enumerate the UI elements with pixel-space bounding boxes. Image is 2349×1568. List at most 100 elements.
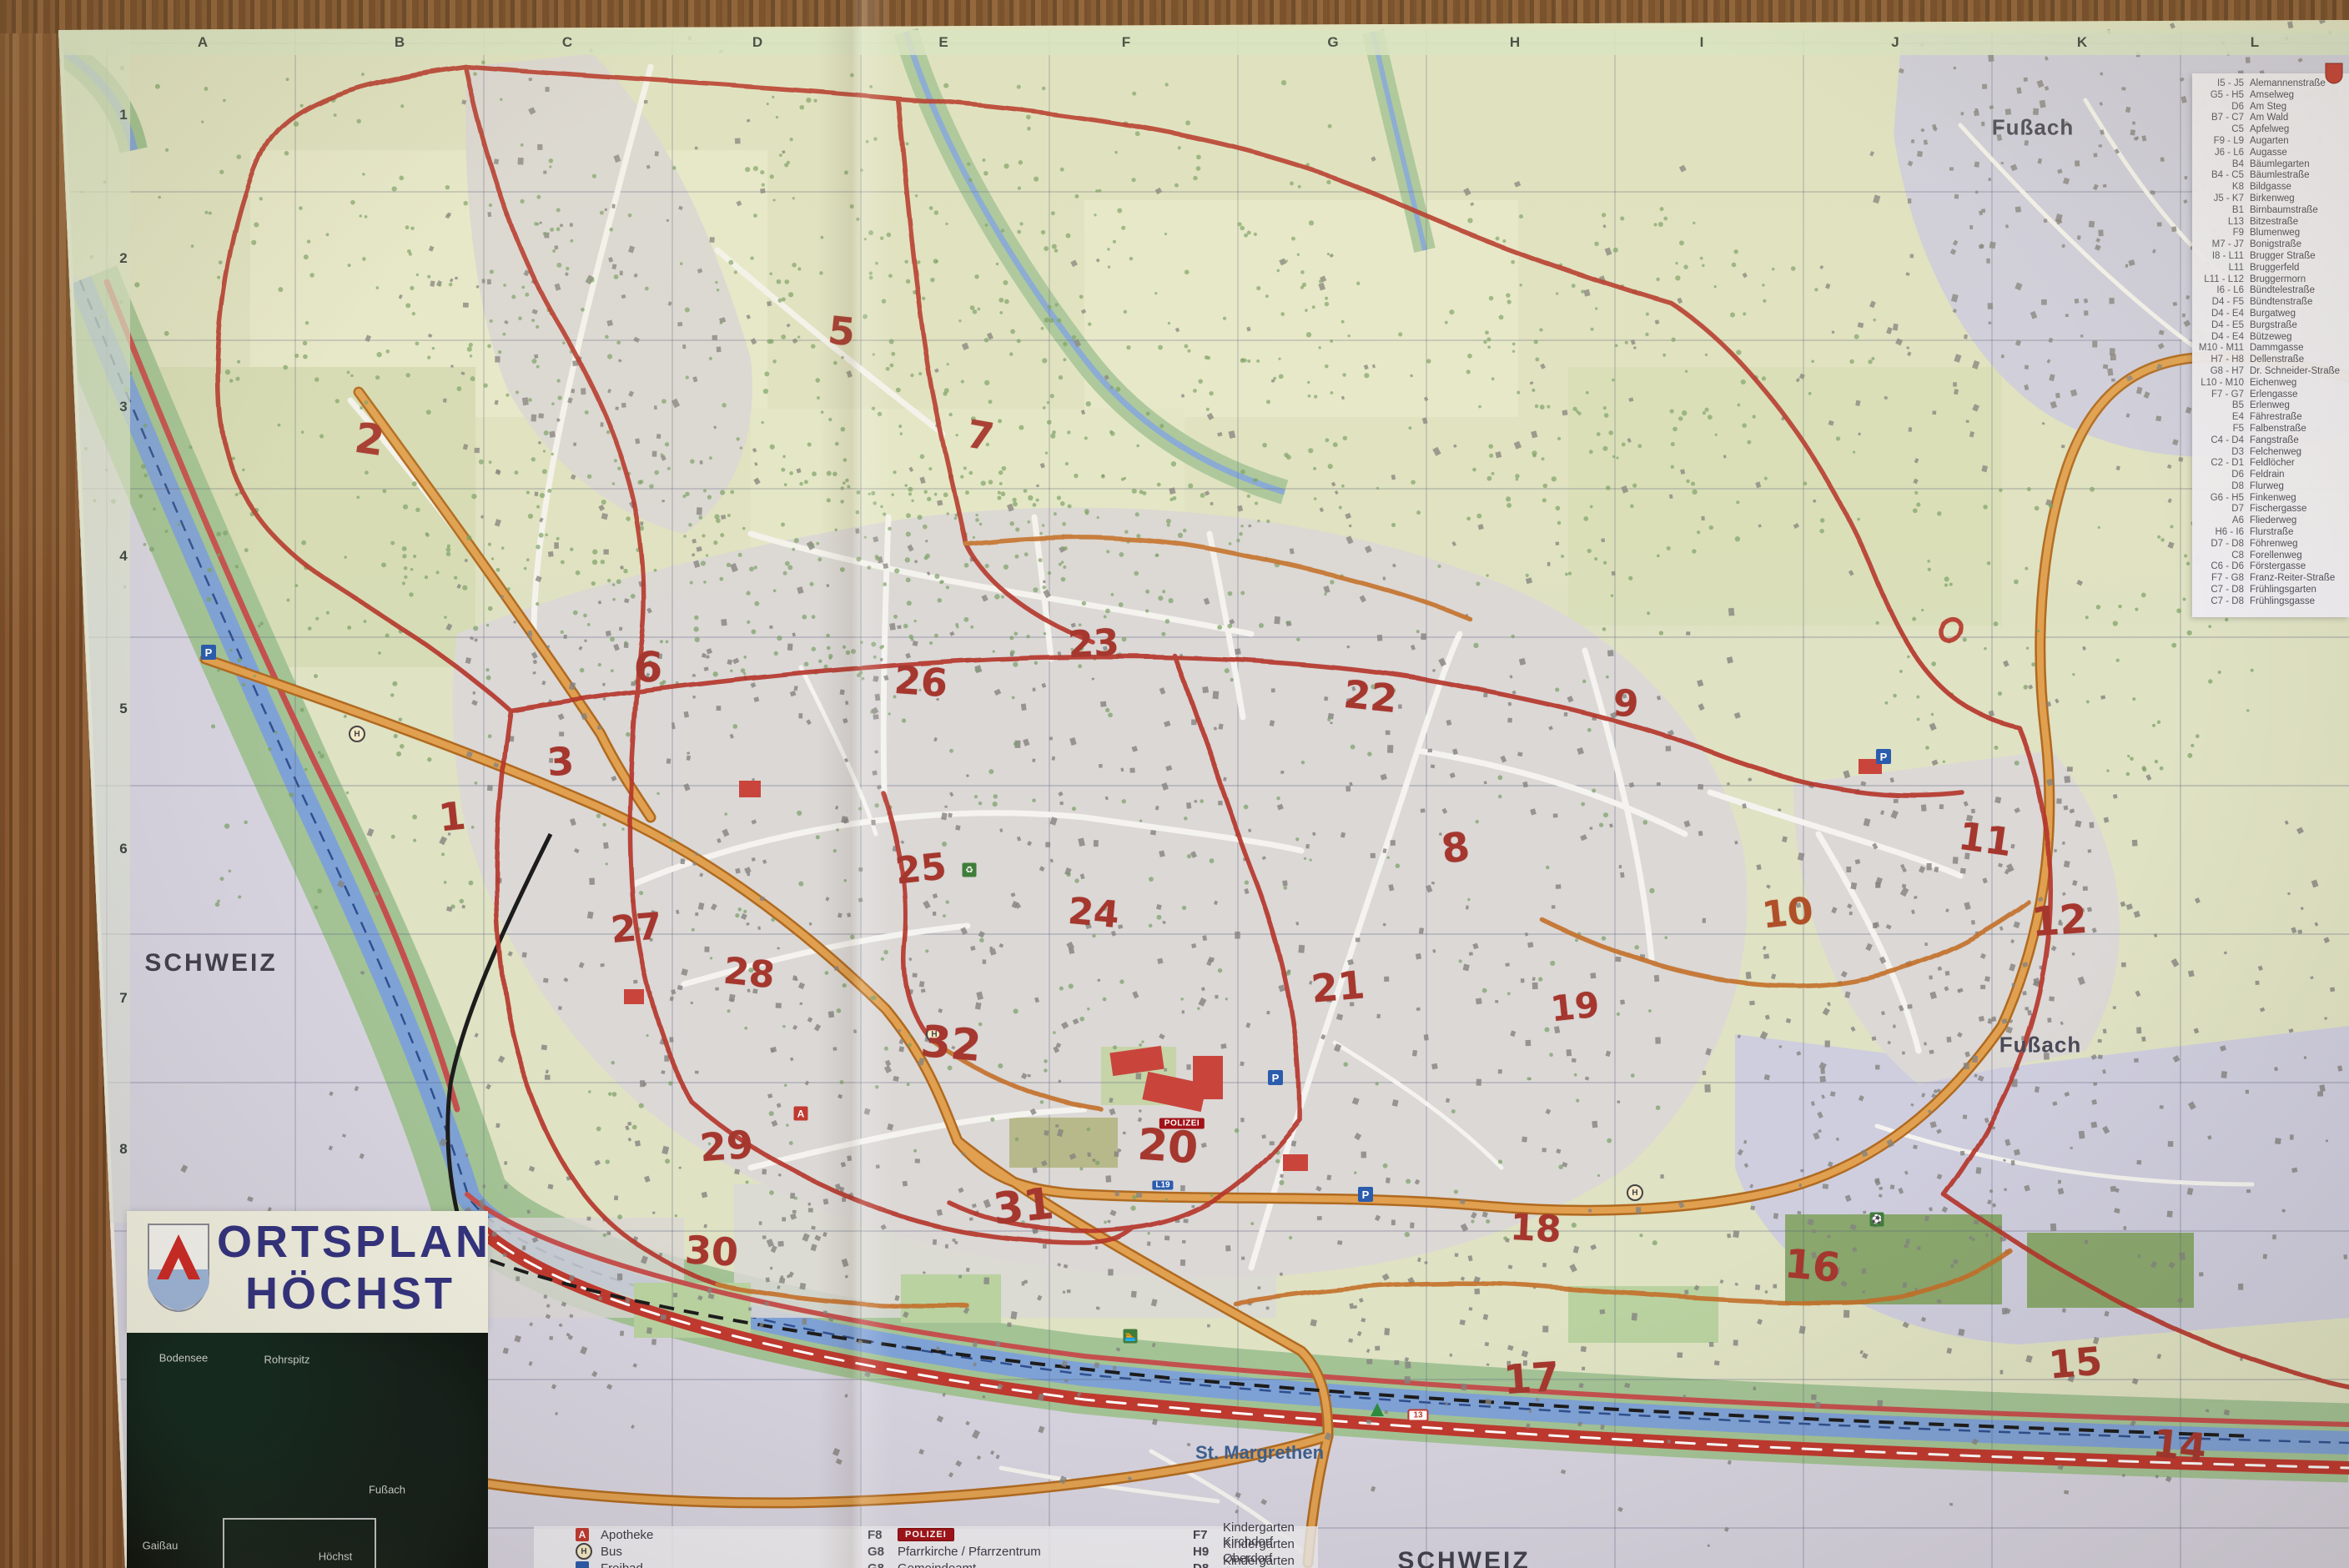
index-grid-ref: F7 - G7 xyxy=(2196,389,2250,401)
grid-column-L: L xyxy=(2251,34,2259,51)
legend-label: Pfarrkirche / Pfarrzentrum xyxy=(898,1545,1041,1559)
index-grid-ref: L10 - M10 xyxy=(2196,378,2250,389)
district-number-17: 17 xyxy=(1502,1354,1562,1405)
district-number-25: 25 xyxy=(893,845,948,892)
inset-label-gaiau: Gaißau xyxy=(143,1540,179,1552)
index-entry: M7 - J7Bonigstraße xyxy=(2196,239,2346,251)
index-street-name: Feldlöcher xyxy=(2250,458,2346,470)
label-schweiz: SCHWEIZ xyxy=(1397,1547,1530,1568)
district-number-21: 21 xyxy=(1310,962,1366,1011)
map-title-block: ORTSPLAN HÖCHST xyxy=(127,1211,488,1333)
legend-label: Kindergarten Unterdorf xyxy=(1223,1554,1318,1568)
grid-column-E: E xyxy=(938,34,948,51)
index-entry: G8 - H7Dr. Schneider-Straße xyxy=(2196,366,2346,378)
index-street-name: Feldrain xyxy=(2250,470,2346,481)
district-number-18: 18 xyxy=(1509,1206,1562,1251)
district-number-31: 31 xyxy=(991,1179,1056,1234)
index-entry: F9Blumenweg xyxy=(2196,228,2346,239)
legend-item: AApotheke xyxy=(576,1526,653,1543)
legend-label: Gemeindeamt xyxy=(898,1561,976,1568)
index-street-name: Apfelweg xyxy=(2250,124,2346,136)
index-entry: I6 - L6Bündtelestraße xyxy=(2196,285,2346,297)
grid-column-C: C xyxy=(562,34,572,51)
index-entry: K8Bildgasse xyxy=(2196,182,2346,193)
index-grid-ref: G8 - H7 xyxy=(2196,366,2250,378)
index-grid-ref: F7 - G8 xyxy=(2196,573,2250,585)
legend-item: Freibad xyxy=(576,1560,653,1568)
inset-label-rohrspitz: Rohrspitz xyxy=(264,1354,310,1366)
hoechst-crest-icon xyxy=(2324,62,2344,85)
index-grid-ref: C7 - D8 xyxy=(2196,585,2250,596)
index-entry: B5Erlenweg xyxy=(2196,400,2346,412)
index-entry: F5Falbenstraße xyxy=(2196,424,2346,435)
district-number-20: 20 xyxy=(1136,1120,1200,1174)
title-line-2: HÖCHST xyxy=(217,1268,484,1319)
grid-column-G: G xyxy=(1327,34,1338,51)
index-entry: D6Am Steg xyxy=(2196,102,2346,113)
index-entry: L11Bruggerfeld xyxy=(2196,263,2346,274)
index-street-name: Bäumlegarten xyxy=(2250,159,2346,171)
legend-grid-ref: G8 xyxy=(868,1545,898,1559)
grid-column-F: F xyxy=(1122,34,1130,51)
index-entry: G5 - H5Amselweg xyxy=(2196,90,2346,102)
index-street-name: Blumenweg xyxy=(2250,228,2346,239)
index-street-name: Frühlingsgarten xyxy=(2250,585,2346,596)
index-street-name: Am Steg xyxy=(2250,102,2346,113)
index-entry: L11 - L12Bruggermorn xyxy=(2196,274,2346,286)
grid-column-A: A xyxy=(198,34,208,51)
index-entry: E4Fährestraße xyxy=(2196,412,2346,424)
index-grid-ref: D6 xyxy=(2196,102,2250,113)
index-entry: C6 - D6Förstergasse xyxy=(2196,561,2346,573)
index-entry: B4Bäumlegarten xyxy=(2196,159,2346,171)
aerial-photo-inset: BodenseeRohrspitzFußachGaißauHöchst xyxy=(127,1333,488,1568)
polizei-badge: POLIZEI xyxy=(898,1528,954,1541)
label-stmargrethen: St. Margrethen xyxy=(1195,1442,1324,1464)
district-number-11: 11 xyxy=(1956,813,2015,865)
p-icon: P xyxy=(1358,1187,1373,1202)
index-entry: D4 - F5Bündtenstraße xyxy=(2196,297,2346,309)
district-number-16: 16 xyxy=(1783,1240,1842,1292)
label-fuach: Fußach xyxy=(1999,1033,2081,1058)
green-icon: ♻ xyxy=(963,863,977,877)
index-entry: L10 - M10Eichenweg xyxy=(2196,378,2346,389)
index-entry: L13Bitzestraße xyxy=(2196,217,2346,229)
index-entry: B7 - C7Am Wald xyxy=(2196,113,2346,124)
index-entry: D7 - D8Föhrenweg xyxy=(2196,539,2346,550)
index-street-name: Birnbaumstraße xyxy=(2250,205,2346,217)
index-street-name: Bündtenstraße xyxy=(2250,297,2346,309)
index-street-name: Bonigstraße xyxy=(2250,239,2346,251)
motorway-icon: 13 xyxy=(1407,1410,1428,1422)
index-entry: C2 - D1Feldlöcher xyxy=(2196,458,2346,470)
index-street-name: Frühlingsgasse xyxy=(2250,596,2346,608)
district-number-22: 22 xyxy=(1341,671,1399,721)
index-entry: F7 - G8Franz-Reiter-Straße xyxy=(2196,573,2346,585)
apotheke-icon: A xyxy=(794,1107,808,1121)
legend-column-2: F8POLIZEIG8Pfarrkirche / PfarrzentrumG8G… xyxy=(868,1526,1041,1568)
index-grid-ref: L11 - L12 xyxy=(2196,274,2250,286)
lroad-icon: L19 xyxy=(1152,1181,1173,1190)
grid-row-1: 1 xyxy=(119,107,127,123)
freibad-icon xyxy=(576,1561,589,1568)
index-street-name: Flurstraße xyxy=(2250,527,2346,539)
index-grid-ref: B4 xyxy=(2196,159,2250,171)
index-grid-ref: I6 - L6 xyxy=(2196,285,2250,297)
grid-column-K: K xyxy=(2077,34,2087,51)
index-grid-ref: F9 xyxy=(2196,228,2250,239)
index-street-name: Bündtelestraße xyxy=(2250,285,2346,297)
district-number-3: 3 xyxy=(546,738,576,785)
index-street-name: Franz-Reiter-Straße xyxy=(2250,573,2346,585)
grid-column-I: I xyxy=(1700,34,1704,51)
index-entry: I8 - L11Brugger Straße xyxy=(2196,251,2346,263)
index-street-name: Felchenweg xyxy=(2250,447,2346,459)
index-grid-ref: B4 - C5 xyxy=(2196,170,2250,182)
district-number-15: 15 xyxy=(2047,1338,2104,1387)
index-entry: C4 - D4Fangstraße xyxy=(2196,435,2346,447)
index-grid-ref: G5 - H5 xyxy=(2196,90,2250,102)
index-street-name: Bäumlestraße xyxy=(2250,170,2346,182)
index-entry: D3Felchenweg xyxy=(2196,447,2346,459)
legend-label: Bus xyxy=(601,1545,622,1559)
index-street-name: Birkenweg xyxy=(2250,193,2346,205)
index-entry: C8Forellenweg xyxy=(2196,550,2346,562)
legend-grid-ref: F7 xyxy=(1193,1528,1223,1542)
index-grid-ref: D4 - F5 xyxy=(2196,297,2250,309)
